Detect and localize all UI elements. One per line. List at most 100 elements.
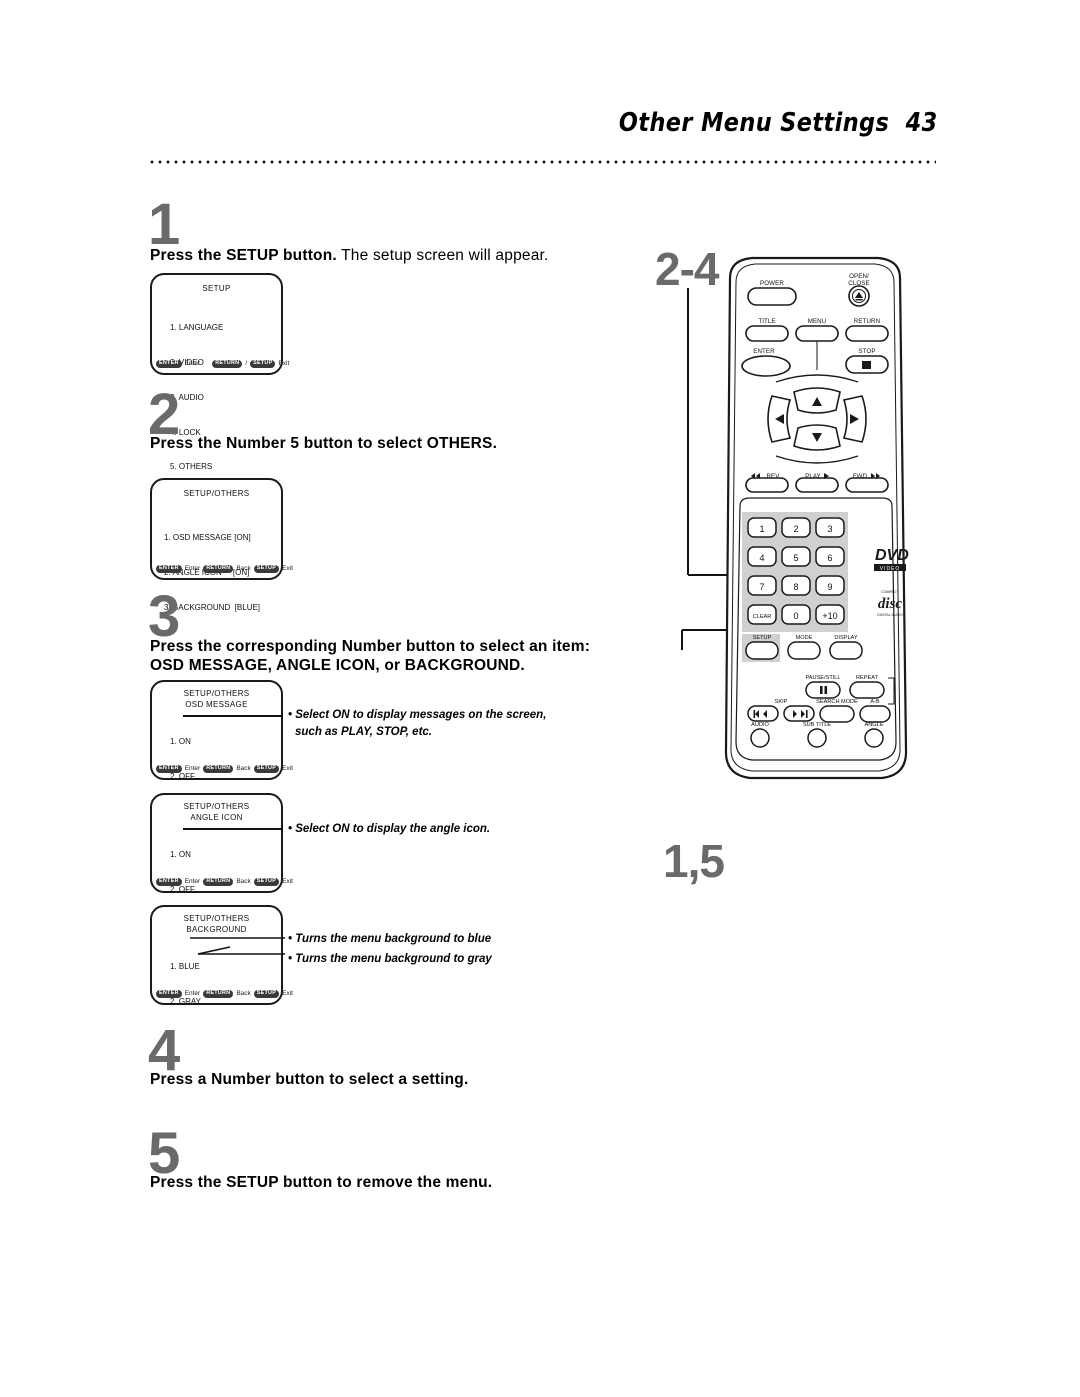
step-text-1: Press the SETUP button. The setup screen… (150, 246, 549, 267)
screen-footer-angle: ENTER Enter RETURN Back SETUP Exit (156, 876, 293, 887)
number-button-1[interactable]: 1 (747, 517, 777, 538)
number-button-8[interactable]: 8 (781, 575, 811, 596)
number-button-9[interactable]: 9 (815, 575, 845, 596)
screen-subtitle-osd: OSD MESSAGE (185, 700, 248, 709)
pause-icon (824, 686, 828, 694)
page-title: Other Menu Settings 43 (619, 108, 938, 138)
enter-key-badge: ENTER (156, 877, 182, 886)
open-close-label-line2: CLOSE (848, 280, 869, 287)
menu-label: MENU (808, 318, 827, 325)
number-label: 5 (793, 553, 798, 563)
number-button-5[interactable]: 5 (781, 546, 811, 567)
exit-label: Exit (282, 565, 293, 572)
enter-label: Enter (184, 360, 201, 367)
page-header: Other Menu Settings 43 (0, 0, 1080, 175)
tv-screen-osd-message: SETUP/OTHERS OSD MESSAGE 1. ON 2. OFF EN… (150, 680, 293, 781)
play-label: PLAY (805, 473, 821, 480)
plus-ten-button[interactable]: +10 (815, 604, 845, 625)
number-label: 0 (793, 611, 798, 621)
skip-previous-button[interactable] (747, 705, 779, 722)
screen-footer-osd: ENTER Enter RETURN Back SETUP Exit (156, 763, 293, 774)
repeat-label: REPEAT (856, 675, 879, 681)
back-label: Back (236, 565, 251, 572)
down-button[interactable] (793, 424, 841, 451)
search-mode-label: SEARCH MODE (816, 699, 858, 705)
screen-footer-background: ENTER Enter RETURN Back SETUP Exit (156, 988, 293, 999)
search-mode-button[interactable]: SEARCH MODE (816, 699, 858, 723)
setup-key-badge: SETUP (253, 877, 280, 886)
ab-label: A-B (870, 699, 880, 705)
back-label: Back (236, 878, 251, 885)
return-key-badge: RETURN (203, 564, 234, 573)
enter-label: Enter (184, 765, 201, 772)
fwd-label: FWD (853, 473, 868, 480)
angle-button[interactable]: ANGLE (864, 722, 884, 748)
back-label: Back (236, 990, 251, 997)
title-label: TITLE (758, 318, 775, 325)
annotation-line: • Select ON to display messages on the s… (288, 709, 547, 721)
footer-separator: / (245, 360, 248, 367)
number-button-6[interactable]: 6 (815, 546, 845, 567)
menu-item: 1. OSD MESSAGE [ON] (164, 533, 251, 543)
exit-label: Exit (278, 360, 290, 367)
page-title-text: Other Menu Settings (619, 108, 890, 138)
step-text-5: Press the SETUP button to remove the men… (150, 1174, 493, 1191)
leader-line-angle (183, 828, 283, 830)
skip-next-button[interactable] (783, 705, 815, 722)
step-1-normal: The setup screen will appear. (336, 247, 549, 264)
tv-screen-setup: SETUP 1. LANGUAGE 2. VIDEO 3. AUDIO 4. L… (150, 273, 289, 471)
annotation-line: such as PLAY, STOP, etc. (295, 725, 433, 738)
rev-label: REV (766, 473, 780, 480)
exit-label: Exit (282, 765, 293, 772)
enter-label: Enter (184, 878, 201, 885)
screen-menu-osd: 1. ON 2. OFF (170, 713, 195, 806)
pause-still-button[interactable]: PAUSE/STILL (805, 675, 841, 699)
number-label: 4 (759, 553, 764, 563)
return-key-badge: RETURN (203, 989, 234, 998)
return-key-badge: RETURN (203, 877, 234, 886)
setup-key-badge: SETUP (250, 359, 276, 368)
dvd-logo-text: DVD (875, 547, 909, 564)
menu-item: 1. ON (170, 737, 191, 747)
display-label: DISPLAY (834, 635, 857, 641)
audio-button[interactable]: AUDIO (750, 722, 770, 748)
annotation-background: • Turns the menu background to blue • Tu… (288, 931, 492, 967)
open-close-label-line1: OPEN/ (849, 273, 869, 280)
display-button[interactable]: DISPLAY (829, 635, 863, 660)
return-key-badge: RETURN (203, 764, 234, 773)
right-button[interactable] (842, 395, 867, 443)
number-button-3[interactable]: 3 (815, 517, 845, 538)
angle-label: ANGLE (865, 722, 884, 728)
enter-label: Enter (184, 990, 201, 997)
enter-key-badge: ENTER (156, 359, 182, 368)
annotation-line: • Turns the menu background to blue (288, 933, 492, 945)
screen-subtitle-angle: ANGLE ICON (190, 813, 243, 822)
skip-label: SKIP (775, 699, 788, 705)
audio-label: AUDIO (751, 722, 769, 728)
left-button[interactable] (767, 395, 792, 443)
number-button-7[interactable]: 7 (747, 575, 777, 596)
step-text-2: Press the Number 5 button to select OTHE… (150, 435, 498, 452)
annotation-line: • Turns the menu background to gray (288, 952, 492, 965)
tv-screen-angle-icon: SETUP/OTHERS ANGLE ICON 1. ON 2. OFF ENT… (150, 793, 293, 894)
pause-still-label: PAUSE/STILL (805, 675, 840, 681)
leader-line-osd (183, 715, 283, 717)
number-label: 3 (827, 524, 832, 534)
number-label: 2 (793, 524, 798, 534)
setup-key-badge: SETUP (253, 989, 280, 998)
number-button-4[interactable]: 4 (747, 546, 777, 567)
leader-lines-background (190, 937, 285, 955)
open-close-button[interactable]: OPEN/ CLOSE (848, 273, 870, 307)
dvd-logo-sub: VIDEO (880, 566, 901, 572)
number-button-2[interactable]: 2 (781, 517, 811, 538)
up-button[interactable] (793, 387, 841, 414)
dvd-video-logo: DVD VIDEO (874, 547, 909, 572)
clear-button[interactable]: CLEAR (747, 604, 777, 625)
number-label: 9 (827, 582, 832, 592)
back-label: Back (236, 765, 251, 772)
menu-item: 1. LANGUAGE (170, 323, 224, 333)
cd-logo-sub: DIGITAL AUDIO (877, 613, 903, 617)
step-1-bold: Press the SETUP button. (150, 247, 337, 264)
number-button-0[interactable]: 0 (781, 604, 811, 625)
enter-key-badge: ENTER (156, 989, 182, 998)
